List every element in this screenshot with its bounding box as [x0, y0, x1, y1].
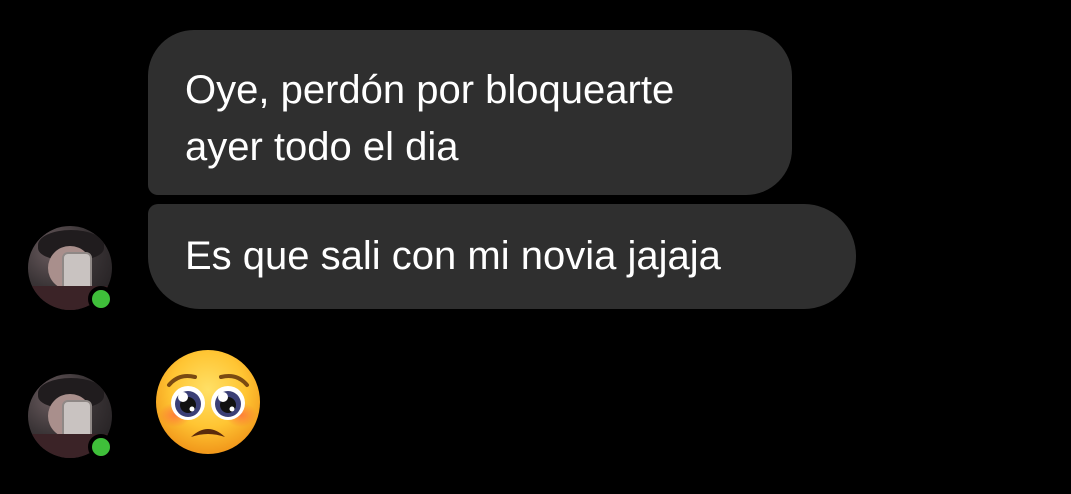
contact-avatar[interactable]	[28, 374, 114, 460]
message-text-line: ayer todo el dia	[185, 125, 459, 169]
contact-avatar[interactable]	[28, 226, 114, 312]
message-text-line: Oye, perdón por bloquearte	[185, 68, 675, 112]
message-bubble[interactable]: Oye, perdón por bloquearte ayer todo el …	[148, 30, 792, 195]
message-text: Es que sali con mi novia jajaja	[185, 234, 721, 278]
message-bubble[interactable]: Es que sali con mi novia jajaja	[148, 204, 856, 309]
online-status-dot	[88, 286, 114, 312]
online-status-dot	[88, 434, 114, 460]
pleading-face-emoji-icon[interactable]	[155, 349, 261, 455]
